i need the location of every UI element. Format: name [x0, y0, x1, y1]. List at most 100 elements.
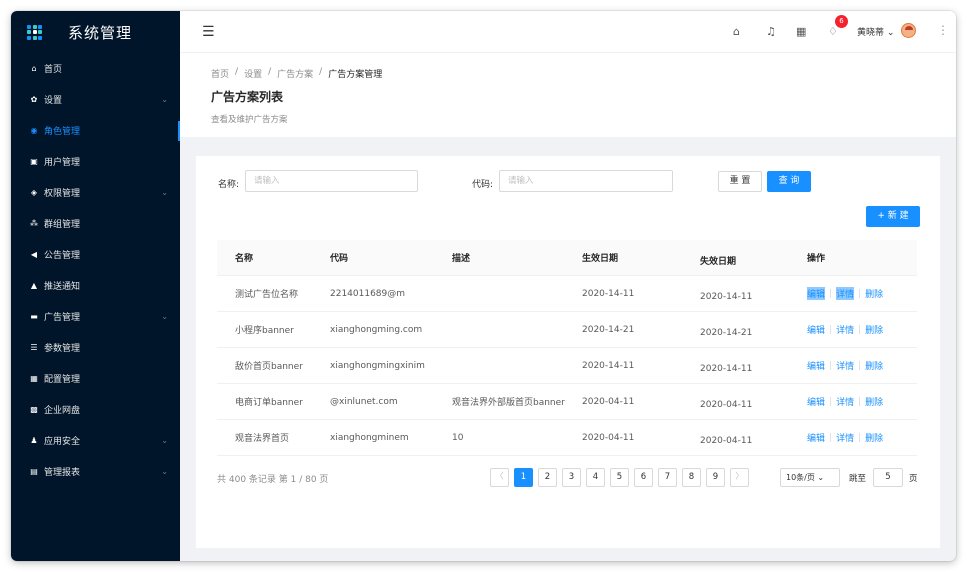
table-cell-code: xianghongminem [330, 432, 409, 443]
sidebar-item[interactable]: ▣ 用户管理 [11, 146, 180, 177]
detail-link[interactable]: 详情 [836, 359, 854, 372]
sidebar-item[interactable]: ▩ 企业网盘 [11, 394, 180, 425]
sidebar-item[interactable]: ◉ 角色管理 [11, 115, 180, 146]
app-title: 系统管理 [68, 23, 133, 42]
more-vertical-icon[interactable]: ⋮ [937, 23, 949, 37]
sidebar-item[interactable]: ☰ 参数管理 [11, 332, 180, 363]
page-size-select[interactable]: 10条/页 ⌄ [780, 468, 840, 487]
page-button[interactable]: 8 [682, 468, 701, 487]
home-icon: ⌂ [31, 64, 37, 73]
table-cell-start: 2020-04-11 [582, 432, 635, 443]
sidebar-item[interactable]: ◈ 权限管理 ⌄ [11, 177, 180, 208]
detail-link[interactable]: 详情 [836, 395, 854, 408]
sidebar-item[interactable]: ◀ 公告管理 [11, 239, 180, 270]
sidebar-item[interactable]: ⁂ 群组管理 [11, 208, 180, 239]
new-button[interactable]: + 新 建 [866, 206, 920, 227]
chevron-down-icon: ⌄ [161, 436, 168, 445]
page-button[interactable]: 5 [610, 468, 629, 487]
table-cell-start: 2020-14-21 [582, 324, 635, 335]
sidebar-item[interactable]: ▤ 管理报表 ⌄ [11, 456, 180, 487]
apps-grid-icon[interactable]: ▦ [796, 25, 806, 38]
table-cell-start: 2020-14-11 [582, 288, 635, 299]
group-icon: ⁂ [30, 219, 38, 228]
breadcrumb-item[interactable]: 首页 [211, 67, 229, 80]
chevron-down-icon: ⌄ [161, 312, 168, 321]
user-menu[interactable]: 黄晓蒂 ⌄ [857, 25, 894, 38]
sidebar-item[interactable]: ♟ 应用安全 ⌄ [11, 425, 180, 456]
page-button[interactable]: 3 [562, 468, 581, 487]
grid-logo-icon [27, 24, 42, 40]
edit-link[interactable]: 编辑 [807, 431, 825, 444]
shield-icon: ◈ [30, 188, 38, 197]
table-row: 电商订单banner @xinlunet.com 观音法界外部版首页banner 20… [217, 384, 917, 420]
page-button[interactable]: 7 [658, 468, 677, 487]
notification-bell-icon[interactable]: ♢ [828, 25, 838, 38]
breadcrumb-separator: / [319, 67, 323, 77]
sidebar-item[interactable]: ✿ 设置 ⌄ [11, 84, 180, 115]
delete-link[interactable]: 删除 [865, 323, 883, 336]
sidebar-item-label: 推送通知 [44, 282, 81, 292]
detail-link[interactable]: 详情 [836, 287, 855, 300]
jump-page-input[interactable]: 5 [873, 468, 903, 487]
sidebar-item[interactable]: ▲ 推送通知 [11, 270, 180, 301]
bell-icon: ▲ [30, 281, 38, 290]
support-icon[interactable]: ♫ [766, 25, 776, 38]
delete-link[interactable]: 删除 [865, 359, 883, 372]
row-actions: 编辑 | 详情 | 删除 [807, 395, 917, 409]
query-button[interactable]: 查 询 [767, 171, 811, 192]
table-cell-end: 2020-14-11 [700, 292, 753, 302]
edit-link[interactable]: 编辑 [807, 287, 826, 300]
sidebar-item[interactable]: ▦ 配置管理 [11, 363, 180, 394]
menu-toggle-icon[interactable]: ☰ [202, 24, 215, 40]
delete-link[interactable]: 删除 [865, 395, 883, 408]
table-cell-name: 小程序banner [235, 326, 294, 336]
breadcrumb-item[interactable]: 设置 [244, 67, 262, 80]
prev-page-button[interactable]: 〈 [490, 468, 509, 487]
table-cell-desc: 观音法界外部版首页banner [452, 398, 565, 408]
page-button[interactable]: 4 [586, 468, 605, 487]
page-button[interactable]: 9 [706, 468, 725, 487]
code-filter-input[interactable]: 请输入 [499, 170, 673, 192]
detail-link[interactable]: 详情 [836, 431, 854, 444]
sidebar-menu: ⌂ 首页 ✿ 设置 ⌄ ◉ 角色管理 ▣ 用户管理 ◈ 权限管理 ⌄ ⁂ 群组管理 ◀ 公告管理 ▲ 推送通知 ▬ 广… [11, 53, 180, 487]
column-header: 操作 [807, 254, 826, 264]
action-divider: | [829, 324, 833, 335]
page-button[interactable]: 1 [514, 468, 533, 487]
disk-icon: ▩ [30, 405, 38, 414]
home-icon[interactable]: ⌂ [733, 25, 740, 38]
table-cell-code: xianghongming.com [330, 324, 423, 335]
page-button[interactable]: 6 [634, 468, 653, 487]
page-button[interactable]: 2 [538, 468, 557, 487]
table-cell-desc: 10 [452, 432, 464, 443]
app-window: 系统管理 ⌂ 首页 ✿ 设置 ⌄ ◉ 角色管理 ▣ 用户管理 ◈ 权限管理 ⌄ ⁂ 群组管理 ◀ 公告管理 ▲ 推… [11, 11, 956, 561]
sidebar-item-label: 应用安全 [44, 437, 81, 447]
sidebar-item-label: 首页 [44, 65, 63, 75]
table-cell-name: 观音法界首页 [235, 434, 290, 444]
avatar[interactable] [901, 23, 916, 38]
delete-link[interactable]: 删除 [865, 431, 883, 444]
breadcrumb: 首页 / 设置 / 广告方案 / 广告方案管理 [211, 67, 382, 80]
table-cell-name: 敌价首页banner [235, 362, 303, 372]
action-divider: | [829, 360, 833, 371]
param-icon: ☰ [30, 343, 38, 352]
name-filter-input[interactable]: 请输入 [245, 170, 418, 192]
edit-link[interactable]: 编辑 [807, 323, 825, 336]
pagination: 〈 1 2 3 4 5 6 7 8 9 〉 [490, 468, 749, 487]
sidebar-item[interactable]: ▬ 广告管理 ⌄ [11, 301, 180, 332]
edit-link[interactable]: 编辑 [807, 359, 825, 372]
action-divider: | [829, 288, 833, 299]
delete-link[interactable]: 删除 [865, 287, 883, 300]
column-header: 名称 [235, 254, 254, 264]
table-cell-end: 2020-14-11 [700, 364, 753, 374]
row-actions: 编辑 | 详情 | 删除 [807, 323, 917, 337]
detail-link[interactable]: 详情 [836, 323, 854, 336]
code-filter-label: 代码: [472, 180, 494, 190]
edit-link[interactable]: 编辑 [807, 395, 825, 408]
sidebar-item[interactable]: ⌂ 首页 [11, 53, 180, 84]
top-header: ☰ ⌂ ♫ ▦ ♢ 6 黄晓蒂 ⌄ ⋮ [180, 11, 956, 53]
next-page-button[interactable]: 〉 [730, 468, 749, 487]
breadcrumb-item[interactable]: 广告方案 [277, 67, 313, 80]
reset-button[interactable]: 重 置 [718, 171, 762, 192]
table-cell-start: 2020-04-11 [582, 396, 635, 407]
table-cell-name: 测试广告位名称 [235, 290, 299, 300]
